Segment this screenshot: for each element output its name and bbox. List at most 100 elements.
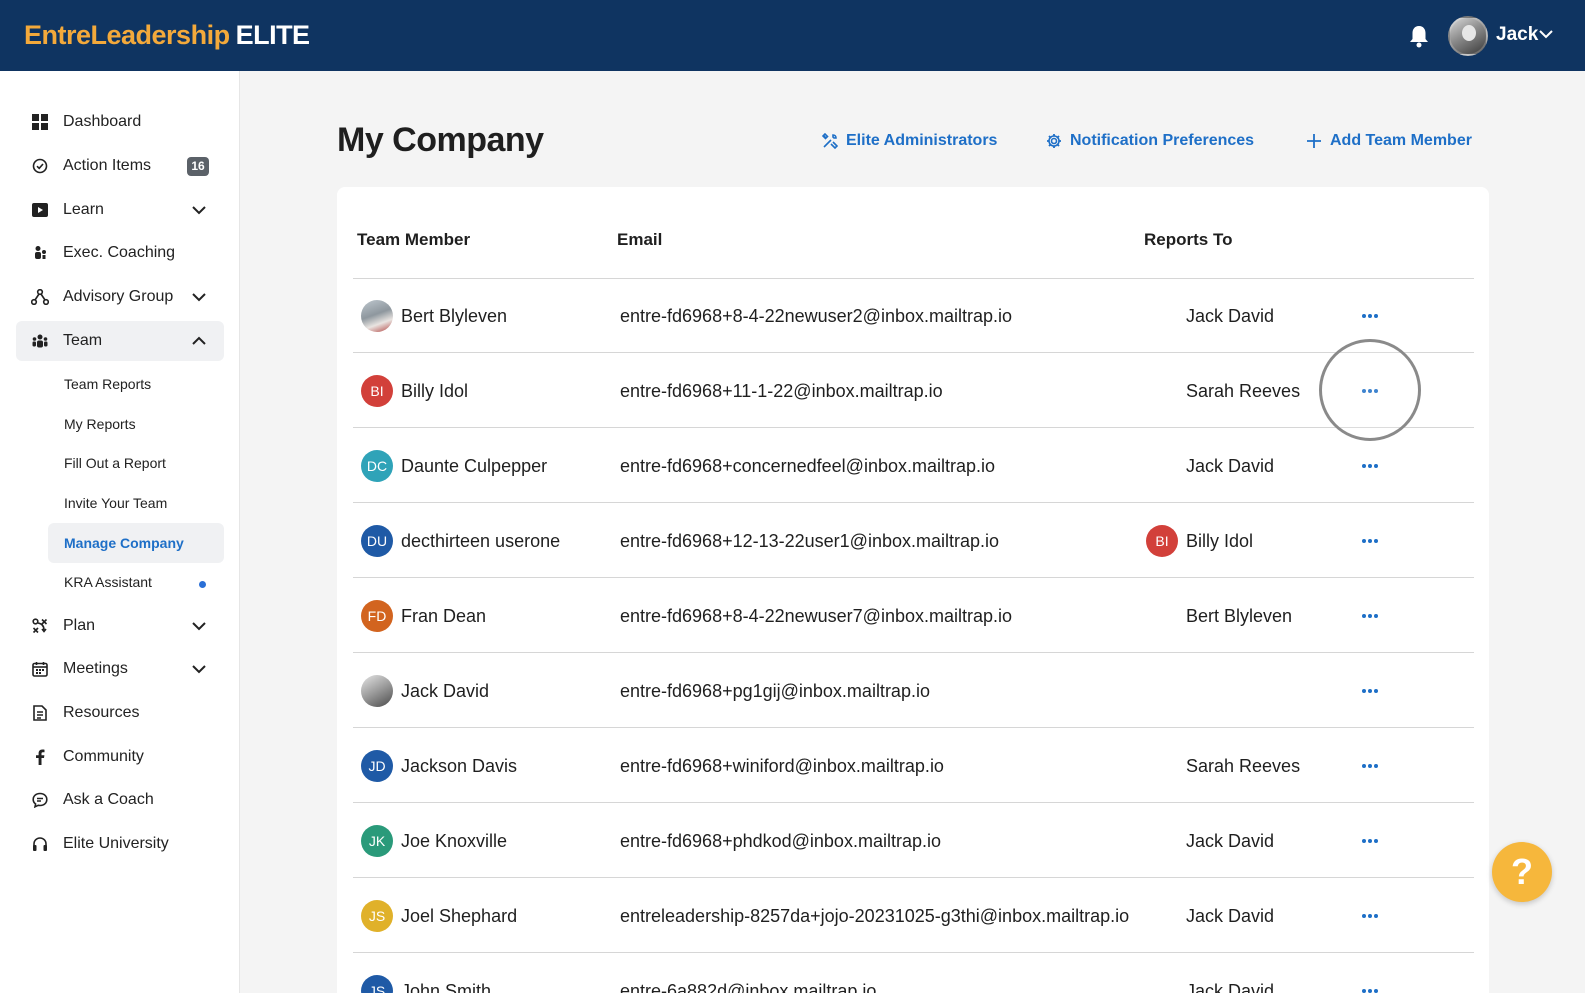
member-name[interactable]: Daunte Culpepper [401, 454, 547, 478]
sidebar-subitem-kra-assistant[interactable]: KRA Assistant [48, 562, 224, 602]
member-name[interactable]: Jack David [401, 679, 489, 703]
member-name[interactable]: Joe Knoxville [401, 829, 507, 853]
sidebar-item-label: Team [63, 332, 103, 349]
calendar-icon [31, 660, 49, 678]
sidebar-item-label: Ask a Coach [63, 791, 154, 808]
sidebar-item-label: Learn [63, 201, 104, 218]
logo[interactable]: EntreLeadership ELITE [24, 18, 310, 52]
sidebar-item-label: Meetings [63, 660, 128, 677]
sidebar-subitem-fill-out-report[interactable]: Fill Out a Report [48, 443, 224, 483]
top-header: EntreLeadership ELITE Jack [0, 0, 1585, 71]
more-options-button[interactable] [1358, 456, 1382, 476]
avatar: DC [361, 450, 393, 482]
sidebar-item-dashboard[interactable]: Dashboard [16, 102, 224, 142]
elite-administrators-link[interactable]: Elite Administrators [822, 130, 997, 152]
sidebar-item-team[interactable]: Team [16, 321, 224, 361]
member-name[interactable]: Billy Idol [401, 379, 468, 403]
reports-to-name: Sarah Reeves [1186, 756, 1301, 776]
sidebar-item-learn[interactable]: Learn [16, 190, 224, 230]
member-email: entre-fd6968+pg1gij@inbox.mailtrap.io [620, 681, 930, 701]
sidebar-item-elite-university[interactable]: Elite University [16, 824, 224, 864]
sidebar-subitem-my-reports[interactable]: My Reports [48, 404, 224, 444]
member-name[interactable]: John Smith [401, 979, 491, 993]
member-email: entreleadership-8257da+jojo-20231025-g3t… [620, 906, 1130, 926]
user-name[interactable]: Jack [1496, 22, 1538, 48]
reports-to-name: Bert Blyleven [1186, 606, 1293, 626]
member-name[interactable]: Joel Shephard [401, 904, 517, 928]
member-name[interactable]: Jackson Davis [401, 754, 517, 778]
column-header-reports-to[interactable]: Reports To [1144, 228, 1232, 252]
sidebar-subitem-label: My Reports [64, 416, 136, 432]
sidebar-item-meetings[interactable]: Meetings [16, 649, 224, 689]
sidebar-item-exec-coaching[interactable]: Exec. Coaching [16, 233, 224, 273]
sidebar-item-label: Elite University [63, 835, 169, 852]
click-indicator-ring [1319, 339, 1421, 441]
avatar: JS [361, 900, 393, 932]
member-name[interactable]: decthirteen userone [401, 529, 560, 553]
reports-to-name: Billy Idol [1186, 531, 1254, 551]
grid-icon [31, 113, 49, 131]
sidebar-subitem-manage-company[interactable]: Manage Company [48, 523, 224, 563]
chevron-down-icon[interactable] [192, 664, 206, 674]
coach-icon [31, 244, 49, 262]
bell-icon[interactable] [1408, 24, 1430, 48]
help-button[interactable]: ? [1492, 842, 1552, 902]
logo-suffix: ELITE [235, 20, 311, 50]
more-options-button[interactable] [1358, 981, 1382, 993]
sidebar-item-advisory-group[interactable]: Advisory Group [16, 277, 224, 317]
notification-preferences-link[interactable]: Notification Preferences [1046, 130, 1254, 152]
logo-brand: EntreLeadership [24, 20, 230, 50]
member-email: entre-fd6968+winiford@inbox.mailtrap.io [620, 756, 944, 776]
chevron-up-icon[interactable] [192, 336, 206, 346]
column-header-team-member[interactable]: Team Member [357, 228, 470, 252]
more-options-button[interactable] [1358, 906, 1382, 926]
reports-to-name: Jack David [1186, 306, 1275, 326]
sidebar: Dashboard Action Items 16 Learn Exec. Co… [0, 71, 240, 993]
table-row: BI Billy Idol entre-fd6968+11-1-22@inbox… [353, 353, 1474, 428]
chevron-down-icon[interactable] [192, 205, 206, 215]
sidebar-item-label: Action Items [63, 157, 152, 174]
add-team-member-label: Add Team Member [1330, 132, 1472, 149]
member-email: entre-fd6968+phdkod@inbox.mailtrap.io [620, 831, 941, 851]
chevron-down-icon[interactable] [192, 621, 206, 631]
sidebar-item-label: Advisory Group [63, 288, 174, 305]
more-options-button[interactable] [1358, 681, 1382, 701]
reports-to-name: Jack David [1186, 831, 1275, 851]
sidebar-item-community[interactable]: Community [16, 737, 224, 777]
avatar [361, 300, 393, 332]
sidebar-item-label: Plan [63, 617, 96, 634]
sidebar-subitem-invite-team[interactable]: Invite Your Team [48, 483, 224, 523]
member-email: entre-fd6968+11-1-22@inbox.mailtrap.io [620, 381, 943, 401]
sidebar-item-resources[interactable]: Resources [16, 693, 224, 733]
reports-to-name: Jack David [1186, 981, 1275, 993]
member-email: entre-fd6968+12-13-22user1@inbox.mailtra… [620, 531, 1000, 551]
member-name[interactable]: Bert Blyleven [401, 304, 507, 328]
member-email: entre-fd6968+concernedfeel@inbox.mailtra… [620, 456, 996, 476]
more-options-button[interactable] [1358, 306, 1382, 326]
chevron-down-icon[interactable] [192, 292, 206, 302]
user-avatar[interactable] [1448, 16, 1488, 56]
action-items-count-badge: 16 [187, 157, 209, 176]
member-name[interactable]: Fran Dean [401, 604, 486, 628]
table-row: JS John Smith entre-6a882d@inbox.mailtra… [353, 953, 1474, 993]
tools-icon [822, 133, 838, 149]
avatar: DU [361, 525, 393, 557]
more-options-button[interactable] [1358, 756, 1382, 776]
more-options-button[interactable] [1358, 606, 1382, 626]
sidebar-subitem-label: Invite Your Team [64, 495, 168, 511]
add-team-member-button[interactable]: Add Team Member [1306, 130, 1472, 152]
column-header-email[interactable]: Email [617, 228, 662, 252]
more-options-button[interactable] [1358, 831, 1382, 851]
sidebar-subitem-team-reports[interactable]: Team Reports [48, 364, 224, 404]
team-icon [31, 332, 49, 350]
chevron-down-icon[interactable] [1538, 28, 1554, 40]
sidebar-item-label: Resources [63, 704, 140, 721]
sidebar-item-plan[interactable]: Plan [16, 606, 224, 646]
more-options-button[interactable] [1358, 531, 1382, 551]
reports-to-avatar [1146, 600, 1178, 632]
sidebar-item-ask-a-coach[interactable]: Ask a Coach [16, 780, 224, 820]
table-row: Bert Blyleven entre-fd6968+8-4-22newuser… [353, 278, 1474, 353]
sidebar-item-action-items[interactable]: Action Items 16 [16, 146, 224, 186]
plan-icon [31, 617, 49, 635]
headphones-icon [31, 835, 49, 853]
